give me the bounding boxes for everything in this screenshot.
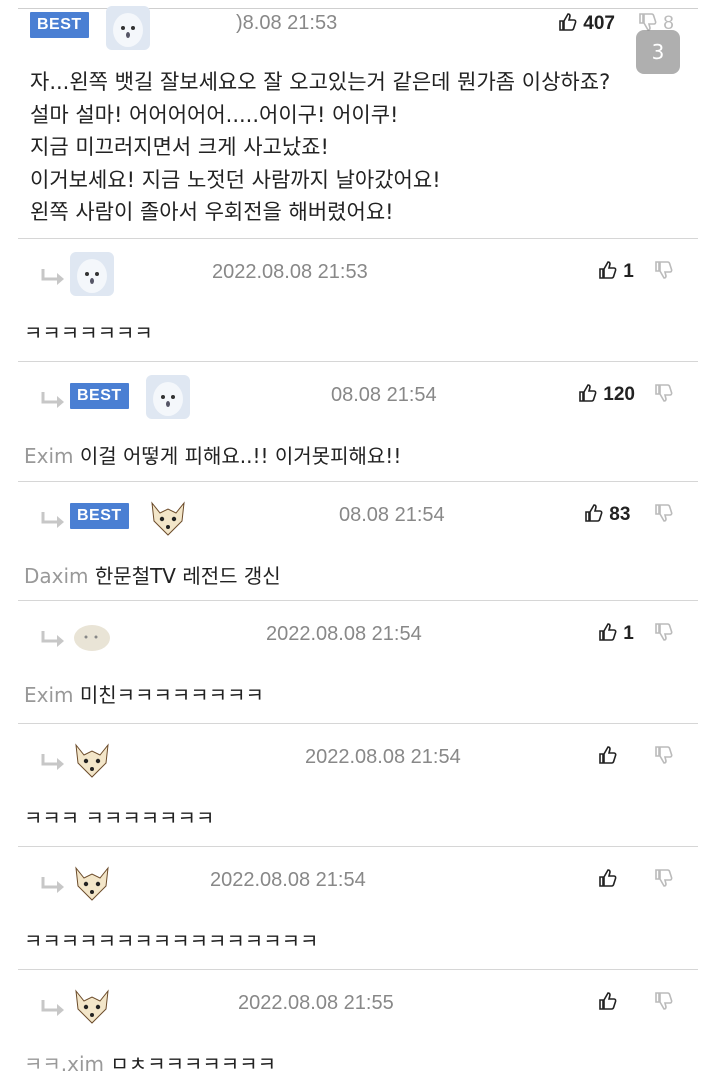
like-button[interactable] [598,745,618,768]
avatar[interactable] [70,983,114,1027]
reply-arrow-icon [41,269,64,285]
dislike-button[interactable] [654,745,674,768]
reply-arrow-icon [41,392,64,408]
reply-text: 미친ㅋㅋㅋㅋㅋㅋㅋㅋ [79,683,264,707]
reply-arrow-icon [41,512,64,528]
reply-text: ㅁㅊㅋㅋㅋㅋㅋㅋㅋ [110,1052,277,1076]
thumbs-down-icon [655,992,673,1010]
reply-item: BEST 08.08 21:54 120 Exim 이걸 어떻게 피해요..!! 이… [18,361,698,482]
like-button[interactable]: 120 [578,383,635,406]
thumbs-down-icon [655,869,673,887]
avatar[interactable] [70,614,114,658]
best-badge: BEST [30,12,89,38]
avatar[interactable] [146,375,190,419]
thumbs-down-icon [655,623,673,641]
mention[interactable]: ㅋㅋ.xim [24,1052,104,1076]
avatar[interactable] [70,860,114,904]
thumbs-up-icon [599,623,617,641]
like-button[interactable]: 1 [598,622,634,645]
reply-item: 2022.08.08 21:54 ㅋㅋㅋ ㅋㅋㅋㅋㅋㅋㅋ [18,723,698,847]
dislike-button[interactable] [654,260,674,283]
reply-body: ㅋㅋㅋ ㅋㅋㅋㅋㅋㅋㅋ [24,802,214,831]
reply-text: ㅋㅋㅋㅋㅋㅋㅋㅋㅋㅋㅋㅋㅋㅋㅋㅋ [24,929,319,953]
reply-arrow-icon [41,877,64,893]
reply-item: 2022.08.08 21:54 1 Exim 미친ㅋㅋㅋㅋㅋㅋㅋㅋ [18,600,698,724]
reply-time: 2022.08.08 21:55 [238,992,394,1014]
thumbs-up-icon [599,746,617,764]
reply-item: 2022.08.08 21:55 ㅋㅋ.xim ㅁㅊㅋㅋㅋㅋㅋㅋㅋ [18,969,698,1086]
reply-time: 2022.08.08 21:53 [212,261,368,283]
reply-time: 08.08 21:54 [339,504,445,526]
like-count: 1 [623,261,634,282]
like-count: 83 [609,504,631,525]
reply-arrow-icon [41,631,64,647]
reply-text: ㅋㅋㅋㅋㅋㅋㅋ [24,321,153,345]
avatar[interactable] [70,737,114,781]
comment-body: 자...왼쪽 뱃길 잘보세요오 잘 오고있는거 같은데 뭔가좀 이상하죠? 설마… [30,70,611,224]
thumbs-up-icon [559,13,577,31]
thumbs-down-icon [639,13,657,31]
thumbs-up-icon [579,384,597,402]
reply-item: BEST 08.08 21:54 83 Daxim 한문철TV 레전드 갱신 [18,481,698,601]
thumbs-down-icon [655,504,673,522]
mention[interactable]: Daxim [24,564,89,588]
mention[interactable]: Exim [24,683,74,707]
thumbs-up-icon [599,869,617,887]
comment-time: )8.08 21:53 [236,12,338,34]
thumbs-down-icon [655,261,673,279]
reply-arrow-icon [41,754,64,770]
thumbs-up-icon [599,992,617,1010]
like-button[interactable]: 1 [598,260,634,283]
reply-body: ㅋㅋㅋㅋㅋㅋㅋ [24,317,153,346]
reply-body: ㅋㅋㅋㅋㅋㅋㅋㅋㅋㅋㅋㅋㅋㅋㅋㅋ [24,925,318,954]
reply-body: Exim 미친ㅋㅋㅋㅋㅋㅋㅋㅋ [24,679,264,708]
reply-time: 2022.08.08 21:54 [266,623,422,645]
reply-time: 2022.08.08 21:54 [305,746,461,768]
best-badge: BEST [70,383,129,409]
reply-item: 2022.08.08 21:54 ㅋㅋㅋㅋㅋㅋㅋㅋㅋㅋㅋㅋㅋㅋㅋㅋ [18,846,698,970]
reply-text: 한문철TV 레전드 갱신 [94,564,281,588]
thumbs-down-icon [655,384,673,402]
avatar[interactable] [70,252,114,296]
like-button[interactable] [598,868,618,891]
dislike-button[interactable] [654,503,674,526]
main-comment-header: BEST )8.08 21:53 407 8 [30,6,694,50]
thumbs-down-icon [655,746,673,764]
like-button[interactable] [598,991,618,1014]
reply-arrow-icon [41,1000,64,1016]
like-button[interactable]: 407 [558,12,615,35]
like-count: 1 [623,623,634,644]
reply-text: ㅋㅋㅋ ㅋㅋㅋㅋㅋㅋㅋ [24,806,215,830]
avatar[interactable] [146,495,190,539]
reply-body: Daxim 한문철TV 레전드 갱신 [24,560,281,589]
dislike-button[interactable] [654,991,674,1014]
thumbs-up-icon [585,504,603,522]
best-badge: BEST [70,503,129,529]
reply-item: 2022.08.08 21:53 1 ㅋㅋㅋㅋㅋㅋㅋ [18,238,698,362]
reply-body: ㅋㅋ.xim ㅁㅊㅋㅋㅋㅋㅋㅋㅋ [24,1048,276,1077]
dislike-button[interactable] [654,622,674,645]
reply-text: 이걸 어떻게 피해요..!! 이거못피해요!! [79,444,402,468]
like-count: 120 [603,384,635,405]
avatar[interactable] [106,6,150,50]
like-button[interactable]: 83 [584,503,630,526]
reply-time: 2022.08.08 21:54 [210,869,366,891]
like-count: 407 [583,13,615,34]
mention[interactable]: Exim [24,444,74,468]
reply-time: 08.08 21:54 [331,384,437,406]
dislike-button[interactable] [654,383,674,406]
reply-body: Exim 이걸 어떻게 피해요..!! 이거못피해요!! [24,440,401,469]
dislike-button[interactable] [654,868,674,891]
thumbs-up-icon [599,261,617,279]
